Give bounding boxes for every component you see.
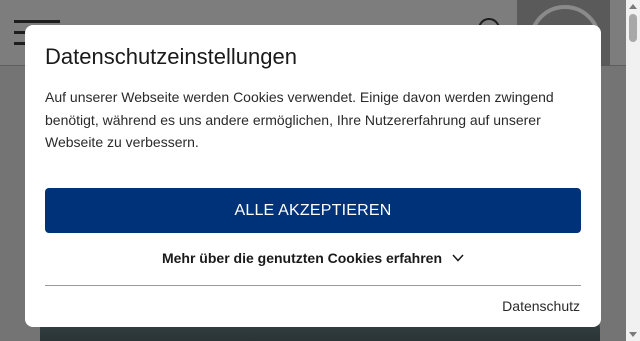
dialog-description: Auf unserer Webseite werden Cookies verw… xyxy=(45,89,554,150)
more-cookies-label: Mehr über die genutzten Cookies erfahren xyxy=(161,250,443,266)
accept-all-button[interactable]: ALLE AKZEPTIEREN xyxy=(45,188,581,233)
scrollbar-thumb[interactable] xyxy=(629,14,637,42)
divider xyxy=(45,285,581,286)
dialog-title: Datenschutzeinstellungen xyxy=(45,44,297,69)
scroll-up-arrow-icon[interactable] xyxy=(629,4,637,9)
privacy-link[interactable]: Datenschutz xyxy=(502,298,580,314)
cookie-consent-dialog: Datenschutzeinstellungen Auf unserer Web… xyxy=(25,25,601,327)
chevron-down-icon xyxy=(452,254,464,262)
more-cookies-toggle[interactable]: Mehr über die genutzten Cookies erfahren xyxy=(45,247,581,269)
scrollbar[interactable] xyxy=(626,0,640,341)
scroll-down-arrow-icon[interactable] xyxy=(629,332,637,337)
